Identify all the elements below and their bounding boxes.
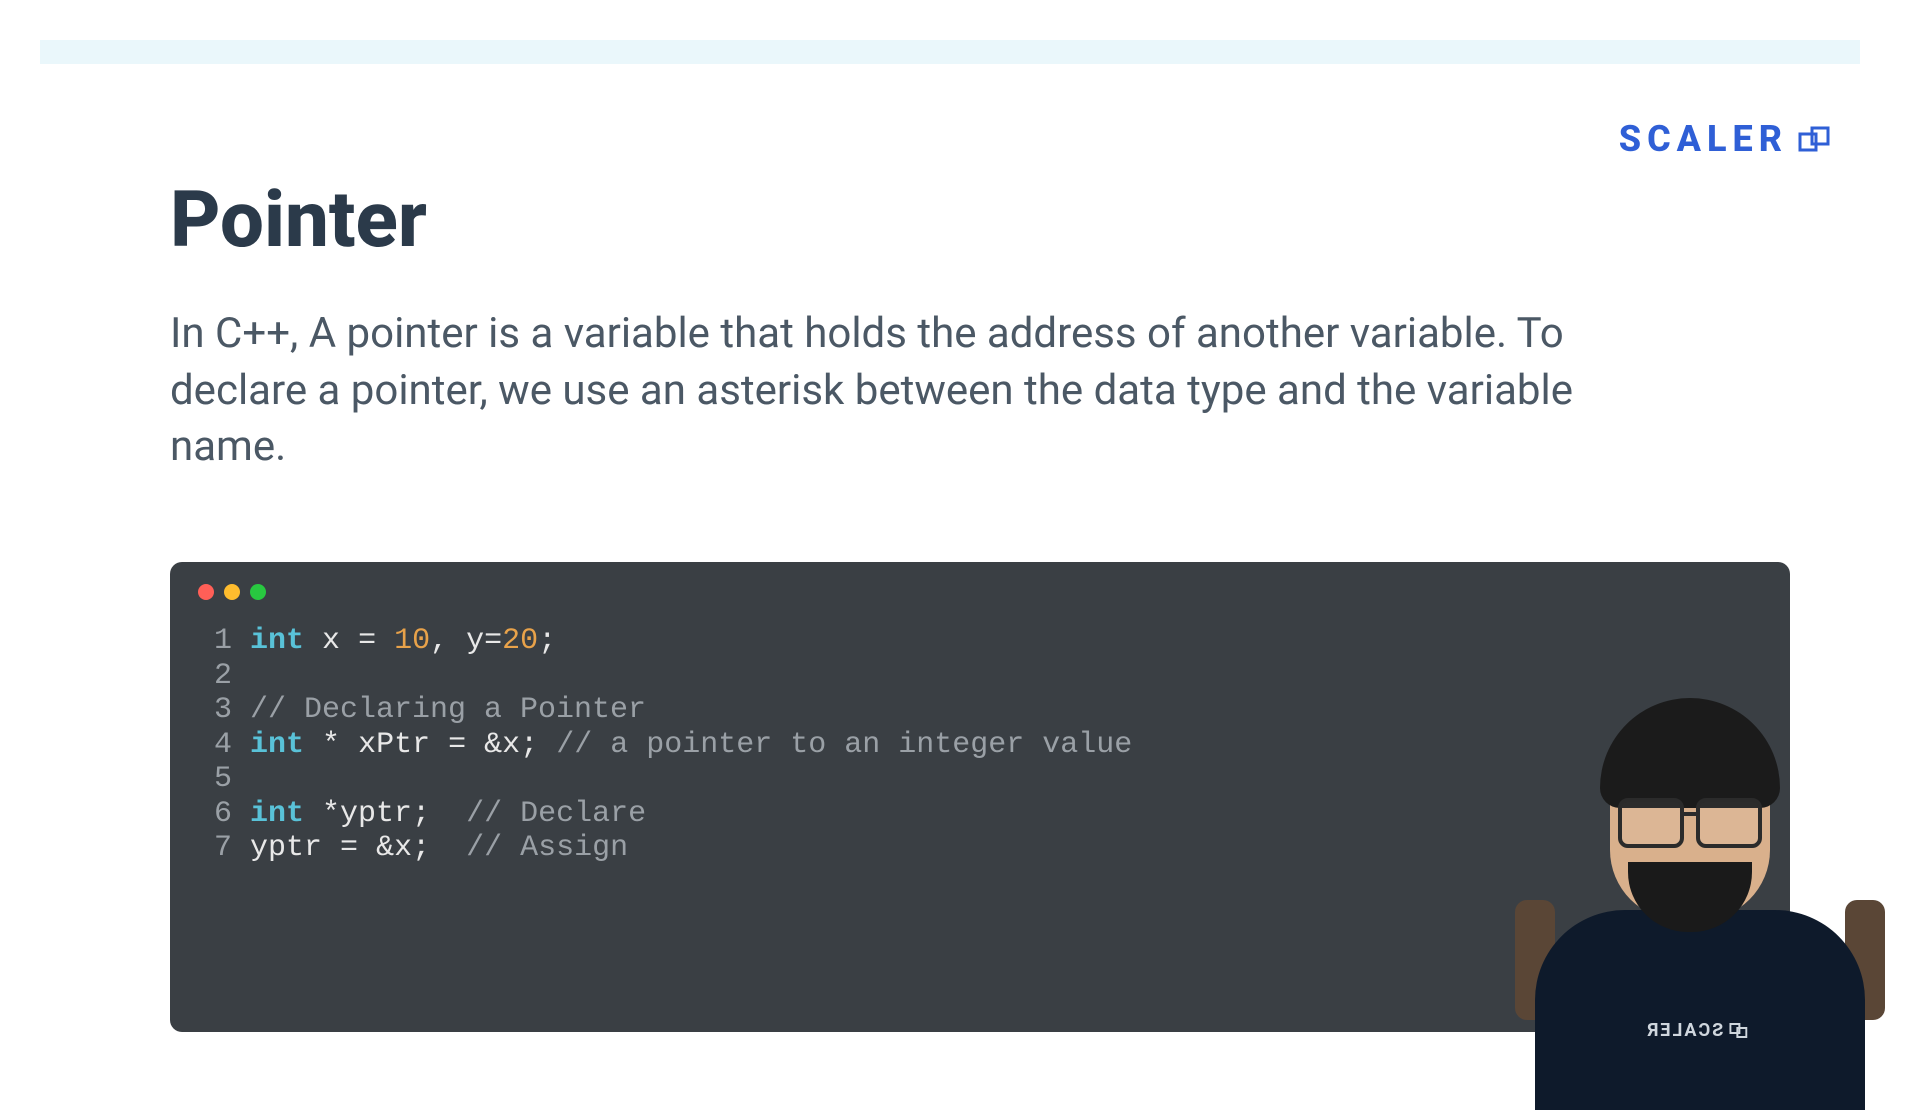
presenter-webcam: SCALER xyxy=(1515,680,1885,1080)
window-zoom-icon xyxy=(250,584,266,600)
line-number: 4 xyxy=(198,728,232,763)
code-line: 1 int x = 10, y=20; xyxy=(198,624,1762,659)
slide-description: In C++, A pointer is a variable that hol… xyxy=(170,306,1620,476)
shirt-logo-text: SCALER xyxy=(1645,1020,1723,1041)
window-close-icon xyxy=(198,584,214,600)
line-number: 3 xyxy=(198,693,232,728)
glasses-icon xyxy=(1618,798,1762,842)
code-line-content: int * xPtr = &x; // a pointer to an inte… xyxy=(250,728,1132,763)
brand-icon xyxy=(1798,123,1830,155)
brand-name: SCALER xyxy=(1619,118,1788,160)
top-accent-bar xyxy=(40,40,1860,64)
code-line-content: int *yptr; // Declare xyxy=(250,797,646,832)
shirt-logo: SCALER xyxy=(1645,1020,1747,1041)
line-number: 2 xyxy=(198,659,232,694)
line-number: 7 xyxy=(198,831,232,866)
brand-logo: SCALER xyxy=(1619,118,1830,160)
code-line-content: yptr = &x; // Assign xyxy=(250,831,628,866)
code-line-content: // Declaring a Pointer xyxy=(250,693,646,728)
window-minimize-icon xyxy=(224,584,240,600)
slide-content: Pointer In C++, A pointer is a variable … xyxy=(170,175,1800,476)
code-line-content: int x = 10, y=20; xyxy=(250,624,556,659)
line-number: 1 xyxy=(198,624,232,659)
line-number: 5 xyxy=(198,762,232,797)
presenter-hair xyxy=(1600,698,1780,808)
slide-title: Pointer xyxy=(170,175,1800,266)
presenter-body xyxy=(1535,910,1865,1110)
line-number: 6 xyxy=(198,797,232,832)
window-traffic-lights xyxy=(198,584,1762,600)
